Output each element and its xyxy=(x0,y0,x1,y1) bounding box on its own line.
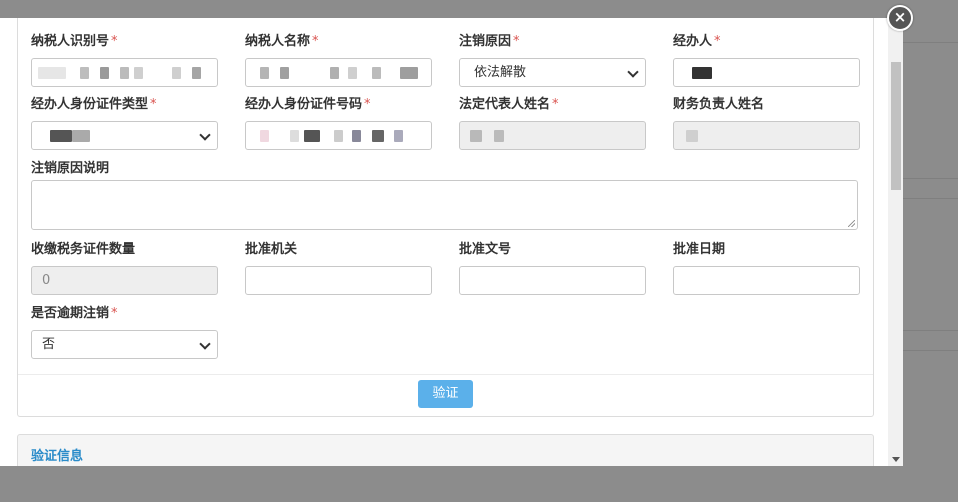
resize-handle-icon[interactable] xyxy=(848,220,855,227)
approval-doc-no-label: 批准文号 xyxy=(459,242,512,257)
taxpayer-id-input[interactable] xyxy=(31,58,218,87)
field-handler-id-number: 经办人身份证件号码 * xyxy=(245,96,432,150)
overdue-cancel-value: 否 xyxy=(42,337,56,352)
modal-scrollbar[interactable] xyxy=(888,18,903,466)
field-approval-date: 批准日期 xyxy=(673,241,860,295)
approval-authority-label: 批准机关 xyxy=(245,242,298,257)
redacted-text xyxy=(686,130,698,142)
close-icon[interactable]: × xyxy=(887,5,913,31)
handler-id-number-label: 经办人身份证件号码 * xyxy=(245,97,371,112)
form-panel: 纳税人识别号 * 纳税人名称 * 注销原因 * 依法解散 经办人 * 经办人身份… xyxy=(17,18,874,417)
background-line xyxy=(903,330,958,331)
redacted-text xyxy=(304,130,320,142)
legal-rep-name-label: 法定代表人姓名 * xyxy=(459,97,559,112)
cancel-reason-select[interactable]: 依法解散 xyxy=(459,58,646,87)
redacted-text xyxy=(50,130,72,142)
handler-id-type-select[interactable] xyxy=(31,121,218,150)
taxpayer-id-label: 纳税人识别号 * xyxy=(31,34,118,49)
redacted-text xyxy=(260,67,269,79)
verify-button[interactable]: 验证 xyxy=(418,380,473,408)
field-overdue-cancel: 是否逾期注销 * 否 xyxy=(31,305,218,359)
tax-cert-count-input[interactable]: 0 xyxy=(31,266,218,295)
redacted-text xyxy=(38,67,66,79)
legal-rep-name-input[interactable] xyxy=(459,121,646,150)
cancel-reason-desc-label: 注销原因说明 xyxy=(31,161,110,176)
field-legal-rep-name: 法定代表人姓名 * xyxy=(459,96,646,150)
redacted-text xyxy=(100,67,109,79)
redacted-text xyxy=(134,67,143,79)
redacted-text xyxy=(192,67,201,79)
approval-authority-input[interactable] xyxy=(245,266,432,295)
redacted-text xyxy=(692,67,712,79)
taxpayer-name-label: 纳税人名称 * xyxy=(245,34,319,49)
approval-date-input[interactable] xyxy=(673,266,860,295)
finance-head-name-input[interactable] xyxy=(673,121,860,150)
field-approval-authority: 批准机关 xyxy=(245,241,432,295)
redacted-text xyxy=(334,130,343,142)
tax-cert-count-value: 0 xyxy=(42,273,51,288)
handler-label: 经办人 * xyxy=(673,34,721,49)
field-cancel-reason-desc: 注销原因说明 xyxy=(31,160,331,178)
field-finance-head-name: 财务负责人姓名 xyxy=(673,96,860,150)
redacted-text xyxy=(494,130,504,142)
handler-id-number-input[interactable] xyxy=(245,121,432,150)
background-line xyxy=(903,42,958,43)
redacted-text xyxy=(280,67,289,79)
scroll-down-arrow-icon[interactable] xyxy=(892,457,900,462)
cancellation-modal: 纳税人识别号 * 纳税人名称 * 注销原因 * 依法解散 经办人 * 经办人身份… xyxy=(0,18,903,466)
cancel-reason-value: 依法解散 xyxy=(474,65,527,80)
approval-doc-no-input[interactable] xyxy=(459,266,646,295)
redacted-text xyxy=(260,130,269,142)
redacted-text xyxy=(400,67,418,79)
modal-content: 纳税人识别号 * 纳税人名称 * 注销原因 * 依法解散 经办人 * 经办人身份… xyxy=(0,18,888,466)
tax-cert-count-label: 收缴税务证件数量 xyxy=(31,242,136,257)
scrollbar-thumb[interactable] xyxy=(891,62,901,190)
redacted-text xyxy=(470,130,482,142)
field-cancel-reason: 注销原因 * 依法解散 xyxy=(459,33,646,87)
redacted-text xyxy=(120,67,129,79)
cancel-reason-label: 注销原因 * xyxy=(459,34,520,49)
field-handler: 经办人 * xyxy=(673,33,860,87)
taxpayer-name-input[interactable] xyxy=(245,58,432,87)
redacted-text xyxy=(80,67,89,79)
redacted-text xyxy=(372,130,384,142)
field-taxpayer-id: 纳税人识别号 * xyxy=(31,33,218,87)
overdue-cancel-label: 是否逾期注销 * xyxy=(31,306,118,321)
redacted-text xyxy=(348,67,357,79)
overdue-cancel-select[interactable]: 否 xyxy=(31,330,218,359)
approval-date-label: 批准日期 xyxy=(673,242,726,257)
handler-id-type-label: 经办人身份证件类型 * xyxy=(31,97,157,112)
cancel-reason-desc-textarea[interactable] xyxy=(31,180,858,230)
field-tax-cert-count: 收缴税务证件数量 0 xyxy=(31,241,218,295)
redacted-text xyxy=(352,130,361,142)
background-line xyxy=(903,198,958,199)
field-taxpayer-name: 纳税人名称 * xyxy=(245,33,432,87)
background-line xyxy=(903,350,958,351)
redacted-text xyxy=(172,67,181,79)
verify-info-title: 验证信息 xyxy=(31,449,84,464)
handler-input[interactable] xyxy=(673,58,860,87)
panel-footer-divider xyxy=(18,374,873,375)
redacted-text xyxy=(330,67,339,79)
redacted-text xyxy=(72,130,90,142)
field-approval-doc-no: 批准文号 xyxy=(459,241,646,295)
field-handler-id-type: 经办人身份证件类型 * xyxy=(31,96,218,150)
background-line xyxy=(903,178,958,179)
redacted-text xyxy=(290,130,299,142)
verify-info-panel: 验证信息 xyxy=(17,434,874,466)
redacted-text xyxy=(394,130,403,142)
finance-head-name-label: 财务负责人姓名 xyxy=(673,97,765,112)
redacted-text xyxy=(372,67,381,79)
